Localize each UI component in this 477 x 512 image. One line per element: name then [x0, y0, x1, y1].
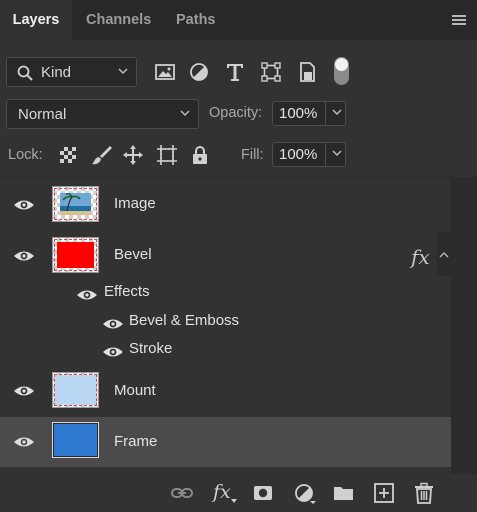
visibility-eye-icon[interactable] — [13, 384, 35, 398]
filter-kind-label: Kind — [41, 64, 72, 81]
effect-row-stroke[interactable]: Stroke — [0, 336, 451, 363]
image-filter-icon[interactable] — [154, 61, 176, 83]
tab-channels[interactable]: Channels — [86, 0, 151, 40]
scrollbar[interactable] — [451, 178, 477, 474]
filter-kind-select[interactable]: Kind — [6, 57, 137, 87]
chevron-down-icon[interactable] — [332, 109, 342, 116]
layer-row-mount[interactable]: Mount — [0, 366, 451, 416]
lock-all-icon[interactable] — [189, 144, 211, 166]
type-filter-icon[interactable] — [224, 61, 246, 83]
delete-layer-icon[interactable] — [413, 482, 435, 504]
fill-value: 100% — [279, 146, 318, 163]
link-layers-icon[interactable] — [170, 482, 194, 504]
tab-layers[interactable]: Layers — [0, 0, 72, 40]
blend-mode-label: Normal — [18, 106, 67, 123]
chevron-down-icon[interactable] — [332, 150, 342, 157]
fill-label: Fill: — [241, 147, 264, 163]
visibility-eye-icon[interactable] — [102, 345, 124, 359]
add-mask-icon[interactable] — [252, 482, 274, 504]
layer-row-image[interactable]: Image — [0, 180, 451, 230]
tab-bar: Layers Channels Paths — [0, 0, 477, 40]
search-icon — [17, 65, 33, 81]
new-group-icon[interactable] — [333, 482, 355, 504]
layer-name-image[interactable]: Image — [114, 195, 156, 212]
opacity-value: 100% — [279, 105, 318, 122]
layer-name-bevel[interactable]: Bevel — [114, 246, 152, 263]
visibility-eye-icon[interactable] — [13, 249, 35, 263]
visibility-eye-icon[interactable] — [13, 198, 35, 212]
layer-row-bevel[interactable]: Bevel — [0, 230, 451, 280]
layer-thumbnail-mount — [52, 372, 99, 408]
collapse-effects-toggle[interactable] — [437, 232, 451, 276]
effect-name-stroke[interactable]: Stroke — [129, 340, 172, 357]
shape-filter-icon[interactable] — [260, 61, 282, 83]
visibility-eye-icon[interactable] — [13, 435, 35, 449]
opacity-field[interactable]: 100% — [272, 101, 346, 126]
lock-artboard-icon[interactable] — [156, 144, 178, 166]
lock-label: Lock: — [8, 147, 43, 163]
visibility-eye-icon[interactable] — [102, 317, 124, 331]
lock-image-pixels-icon[interactable] — [91, 144, 113, 166]
effects-label: Effects — [104, 283, 150, 300]
visibility-eye-icon[interactable] — [76, 288, 98, 302]
smart-object-filter-icon[interactable] — [296, 61, 318, 83]
tab-paths[interactable]: Paths — [176, 0, 216, 40]
effect-row-bevel-emboss[interactable]: Bevel & Emboss — [0, 308, 451, 335]
blend-mode-select[interactable]: Normal — [6, 99, 199, 129]
layer-thumbnail-image — [52, 186, 99, 222]
filter-toggle[interactable] — [334, 57, 349, 85]
layer-thumbnail-bevel — [52, 237, 99, 273]
layer-name-frame[interactable]: Frame — [114, 433, 157, 450]
effects-row[interactable]: Effects — [0, 280, 451, 307]
new-layer-icon[interactable] — [373, 482, 395, 504]
effect-name-bevel-emboss[interactable]: Bevel & Emboss — [129, 312, 239, 329]
chevron-up-icon — [439, 252, 449, 258]
chevron-down-icon — [118, 68, 128, 74]
lock-position-icon[interactable] — [122, 144, 144, 166]
divider — [0, 177, 477, 178]
layer-name-mount[interactable]: Mount — [114, 382, 156, 399]
new-adjustment-layer-icon[interactable] — [294, 482, 316, 504]
chevron-down-icon — [180, 110, 190, 116]
dropdown-triangle-icon — [231, 499, 237, 503]
opacity-label: Opacity: — [209, 105, 263, 121]
lock-transparent-pixels-icon[interactable] — [57, 144, 79, 166]
adjustment-filter-icon[interactable] — [188, 61, 210, 83]
layer-effects-fx-icon[interactable]: fx — [411, 245, 430, 269]
panel-menu-icon[interactable] — [452, 15, 466, 26]
layer-thumbnail-frame — [52, 422, 99, 458]
layer-row-frame[interactable]: Frame — [0, 417, 451, 467]
fill-field[interactable]: 100% — [272, 142, 346, 167]
